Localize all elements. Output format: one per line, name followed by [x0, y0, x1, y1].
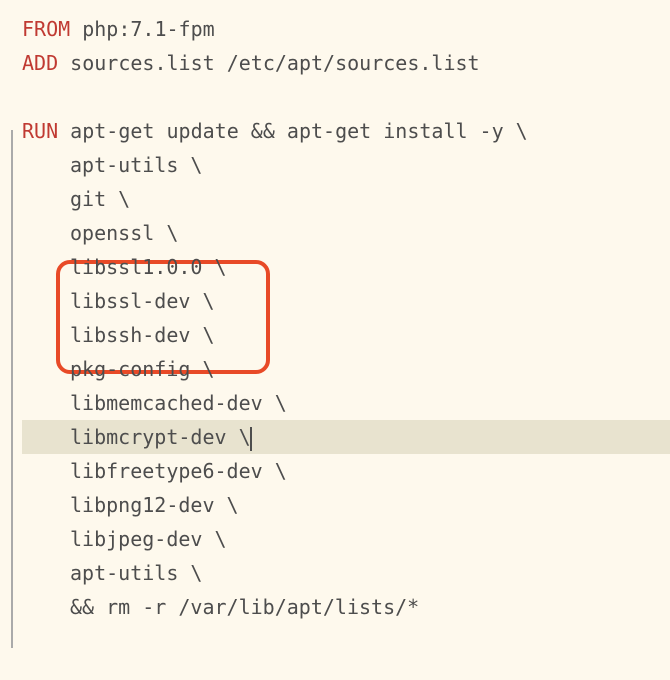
code-line: FROM php:7.1-fpm: [22, 12, 670, 46]
code-text: && rm -r /var/lib/apt/lists/*: [70, 595, 419, 619]
code-text: apt-utils \: [70, 561, 202, 585]
code-text: git \: [70, 187, 130, 211]
code-line: libjpeg-dev \: [22, 522, 670, 556]
text-cursor: [250, 427, 252, 451]
code-text: libpng12-dev \: [70, 493, 239, 517]
code-line-active: libmcrypt-dev \: [22, 420, 670, 454]
code-block: FROM php:7.1-fpm ADD sources.list /etc/a…: [22, 12, 670, 624]
dockerfile-keyword: FROM: [22, 17, 70, 41]
code-line: libssl1.0.0 \: [22, 250, 670, 284]
code-text: apt-utils \: [70, 153, 202, 177]
code-line: RUN apt-get update && apt-get install -y…: [22, 114, 670, 148]
blank-line: [22, 80, 670, 114]
code-line: git \: [22, 182, 670, 216]
code-text: libssl1.0.0 \: [70, 255, 227, 279]
dockerfile-keyword: ADD: [22, 51, 58, 75]
gutter-indent-line: [11, 130, 13, 648]
code-text: libssh-dev \: [70, 323, 215, 347]
code-line: pkg-config \: [22, 352, 670, 386]
code-line: libpng12-dev \: [22, 488, 670, 522]
code-line: libssl-dev \: [22, 284, 670, 318]
code-text: php:7.1-fpm: [70, 17, 215, 41]
code-text: libmemcached-dev \: [70, 391, 287, 415]
code-line: libmemcached-dev \: [22, 386, 670, 420]
code-line: apt-utils \: [22, 148, 670, 182]
code-line: openssl \: [22, 216, 670, 250]
code-line: && rm -r /var/lib/apt/lists/*: [22, 590, 670, 624]
code-line: ADD sources.list /etc/apt/sources.list: [22, 46, 670, 80]
dockerfile-keyword: RUN: [22, 119, 58, 143]
code-text: libmcrypt-dev \: [70, 425, 251, 449]
code-line: libssh-dev \: [22, 318, 670, 352]
code-text: apt-get update && apt-get install -y \: [58, 119, 528, 143]
code-text: libjpeg-dev \: [70, 527, 227, 551]
code-line: apt-utils \: [22, 556, 670, 590]
code-text: pkg-config \: [70, 357, 215, 381]
code-text: libssl-dev \: [70, 289, 215, 313]
code-text: sources.list /etc/apt/sources.list: [58, 51, 479, 75]
code-text: libfreetype6-dev \: [70, 459, 287, 483]
code-line: libfreetype6-dev \: [22, 454, 670, 488]
code-text: openssl \: [70, 221, 178, 245]
